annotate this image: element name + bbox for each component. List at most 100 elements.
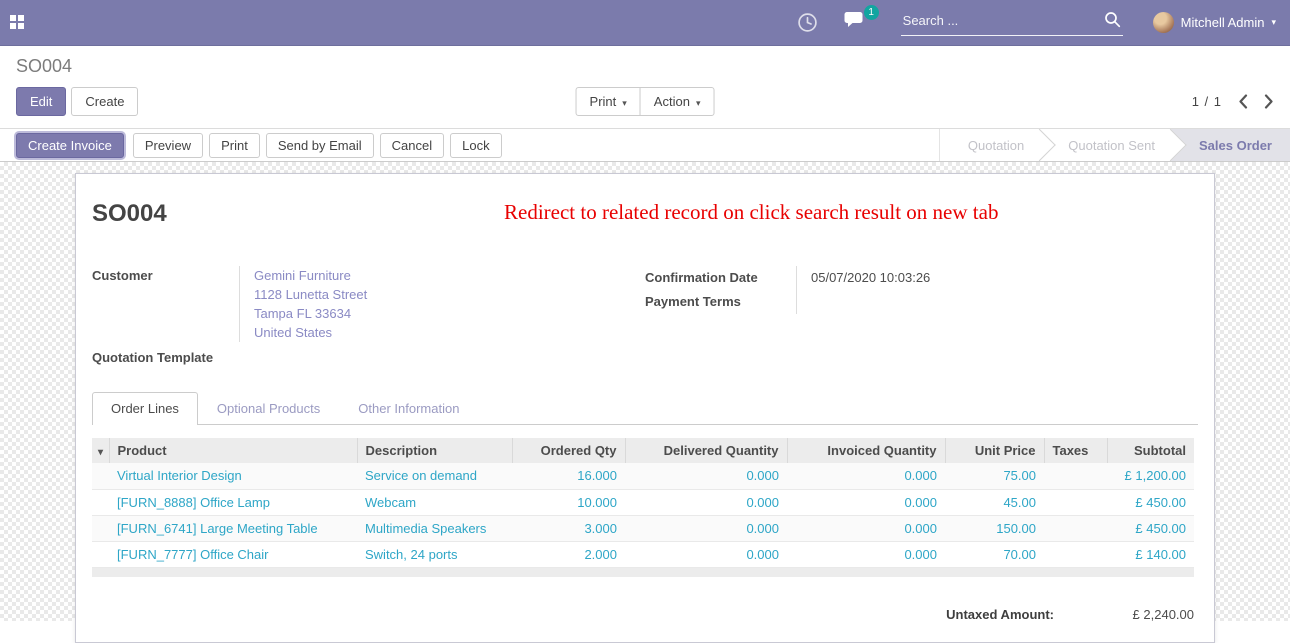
- chevron-down-icon: ▾: [696, 98, 701, 108]
- cell-delivered-qty: 0.000: [625, 515, 787, 541]
- cell-description[interactable]: Service on demand: [357, 463, 512, 489]
- cell-ordered-qty: 3.000: [512, 515, 625, 541]
- customer-street: 1128 Lunetta Street: [254, 285, 645, 304]
- cell-subtotal: £ 450.00: [1107, 489, 1194, 515]
- cell-taxes: [1044, 541, 1107, 567]
- customer-value[interactable]: Gemini Furniture 1128 Lunetta Street Tam…: [239, 266, 645, 342]
- cell-description[interactable]: Switch, 24 ports: [357, 541, 512, 567]
- cell-ordered-qty: 2.000: [512, 541, 625, 567]
- col-taxes[interactable]: Taxes: [1044, 438, 1107, 463]
- pager-previous-button[interactable]: [1238, 94, 1248, 109]
- col-unit-price[interactable]: Unit Price: [945, 438, 1044, 463]
- customer-name[interactable]: Gemini Furniture: [254, 266, 645, 285]
- annotation-note: Redirect to related record on click sear…: [504, 200, 998, 225]
- state-quotation-sent[interactable]: Quotation Sent: [1040, 129, 1171, 162]
- table-row[interactable]: Virtual Interior Design Service on deman…: [92, 463, 1194, 489]
- cell-invoiced-qty: 0.000: [787, 515, 945, 541]
- cell-taxes: [1044, 515, 1107, 541]
- user-menu[interactable]: Mitchell Admin ▾: [1153, 12, 1276, 33]
- pager: 1 / 1: [1192, 94, 1274, 109]
- untaxed-amount-label: Untaxed Amount:: [946, 607, 1054, 622]
- table-footer-strip: [92, 568, 1194, 577]
- tab-order-lines[interactable]: Order Lines: [92, 392, 198, 425]
- payment-terms-label: Payment Terms: [645, 290, 796, 314]
- edit-button[interactable]: Edit: [16, 87, 66, 116]
- cell-delivered-qty: 0.000: [625, 489, 787, 515]
- customer-city: Tampa FL 33634: [254, 304, 645, 323]
- table-row[interactable]: [FURN_8888] Office Lamp Webcam 10.000 0.…: [92, 489, 1194, 515]
- tab-optional-products[interactable]: Optional Products: [198, 392, 339, 425]
- create-invoice-button[interactable]: Create Invoice: [16, 133, 124, 158]
- preview-button[interactable]: Preview: [133, 133, 203, 158]
- apps-menu-icon[interactable]: [10, 15, 26, 31]
- create-button[interactable]: Create: [71, 87, 138, 116]
- search-icon[interactable]: [1104, 11, 1121, 33]
- pager-next-button[interactable]: [1264, 94, 1274, 109]
- customer-country: United States: [254, 323, 645, 342]
- confirmation-date-value: 05/07/2020 10:03:26: [796, 266, 1198, 290]
- field-group: Customer Gemini Furniture 1128 Lunetta S…: [92, 266, 1198, 367]
- send-by-email-button[interactable]: Send by Email: [266, 133, 374, 158]
- print-button[interactable]: Print: [209, 133, 260, 158]
- chevron-right-icon: [1264, 94, 1274, 109]
- col-invoiced-quantity[interactable]: Invoiced Quantity: [787, 438, 945, 463]
- notebook-tabs: Order Lines Optional Products Other Info…: [92, 391, 1198, 425]
- col-subtotal[interactable]: Subtotal: [1107, 438, 1194, 463]
- chevron-down-icon: ▾: [622, 98, 627, 108]
- form-view-background: SO004 Redirect to related record on clic…: [0, 162, 1290, 621]
- table-row[interactable]: [FURN_7777] Office Chair Switch, 24 port…: [92, 541, 1194, 567]
- messages-icon[interactable]: 1: [844, 11, 867, 35]
- cell-taxes: [1044, 463, 1107, 489]
- payment-terms-value[interactable]: [796, 290, 1198, 314]
- breadcrumb[interactable]: SO004: [16, 56, 1274, 77]
- col-delivered-quantity[interactable]: Delivered Quantity: [625, 438, 787, 463]
- col-product[interactable]: Product: [109, 438, 357, 463]
- print-dropdown[interactable]: Print ▾: [576, 87, 641, 116]
- customer-label: Customer: [92, 266, 239, 342]
- cell-product[interactable]: Virtual Interior Design: [109, 463, 357, 489]
- lock-button[interactable]: Lock: [450, 133, 501, 158]
- message-count-badge: 1: [864, 5, 879, 20]
- cell-delivered-qty: 0.000: [625, 463, 787, 489]
- cell-subtotal: £ 1,200.00: [1107, 463, 1194, 489]
- statusbar: Create Invoice Preview Print Send by Ema…: [0, 129, 1290, 162]
- state-sales-order[interactable]: Sales Order: [1171, 129, 1290, 162]
- cell-unit-price: 45.00: [945, 489, 1044, 515]
- apps-menu-square: [10, 15, 16, 21]
- apps-menu-square: [18, 23, 24, 29]
- top-navbar: 1 Mitchell Admin ▾: [0, 0, 1290, 46]
- cell-product[interactable]: [FURN_8888] Office Lamp: [109, 489, 357, 515]
- global-search: [901, 9, 1123, 36]
- cell-unit-price: 70.00: [945, 541, 1044, 567]
- cell-product[interactable]: [FURN_7777] Office Chair: [109, 541, 357, 567]
- table-row[interactable]: [FURN_6741] Large Meeting Table Multimed…: [92, 515, 1194, 541]
- tab-other-information[interactable]: Other Information: [339, 392, 478, 425]
- action-dropdown-label: Action: [654, 94, 690, 109]
- totals-row: Untaxed Amount: £ 2,240.00: [92, 607, 1194, 622]
- cell-unit-price: 150.00: [945, 515, 1044, 541]
- cell-description[interactable]: Multimedia Speakers: [357, 515, 512, 541]
- activities-clock-icon[interactable]: [797, 12, 818, 33]
- action-dropdown[interactable]: Action ▾: [640, 87, 715, 116]
- cell-taxes: [1044, 489, 1107, 515]
- apps-menu-square: [18, 15, 24, 21]
- cell-delivered-qty: 0.000: [625, 541, 787, 567]
- cell-product[interactable]: [FURN_6741] Large Meeting Table: [109, 515, 357, 541]
- col-ordered-qty[interactable]: Ordered Qty: [512, 438, 625, 463]
- order-lines-table: ▾ Product Description Ordered Qty Delive…: [92, 438, 1194, 568]
- search-input[interactable]: [901, 9, 1123, 36]
- untaxed-amount-value: £ 2,240.00: [1054, 607, 1194, 622]
- cell-invoiced-qty: 0.000: [787, 463, 945, 489]
- table-header-row: ▾ Product Description Ordered Qty Delive…: [92, 438, 1194, 463]
- status-pills: Quotation Quotation Sent Sales Order: [939, 129, 1290, 162]
- state-quotation[interactable]: Quotation: [939, 129, 1040, 162]
- cancel-button[interactable]: Cancel: [380, 133, 444, 158]
- apps-menu-square: [10, 23, 16, 29]
- print-dropdown-label: Print: [590, 94, 617, 109]
- pager-count: 1 / 1: [1192, 94, 1222, 109]
- cell-invoiced-qty: 0.000: [787, 541, 945, 567]
- cell-description[interactable]: Webcam: [357, 489, 512, 515]
- cell-ordered-qty: 10.000: [512, 489, 625, 515]
- col-description[interactable]: Description: [357, 438, 512, 463]
- expand-caret-icon[interactable]: ▾: [98, 447, 103, 458]
